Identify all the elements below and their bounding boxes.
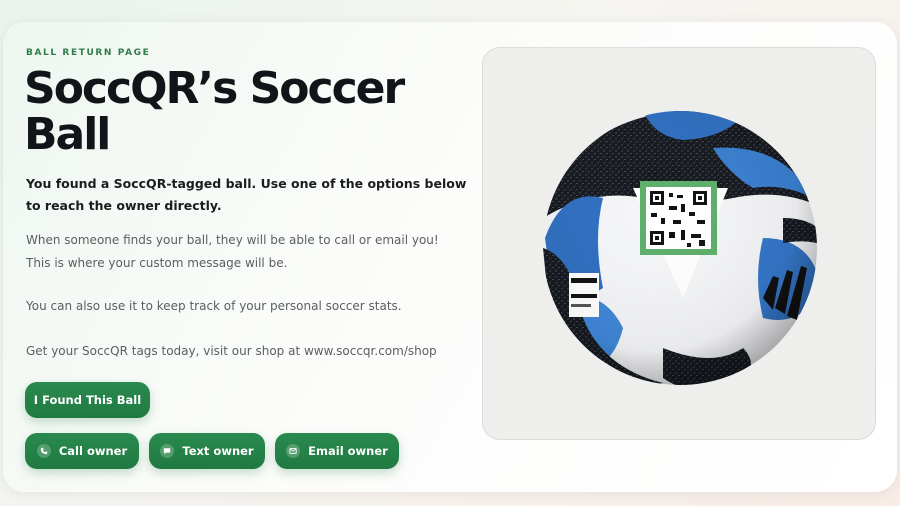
page-eyebrow: BALL RETURN PAGE bbox=[26, 48, 151, 58]
phone-icon bbox=[36, 444, 51, 458]
call-owner-label: Call owner bbox=[58, 444, 128, 458]
shop-text: Get your SoccQR tags today, visit our sh… bbox=[26, 344, 437, 358]
stats-text: You can also use it to keep track of you… bbox=[26, 299, 402, 313]
email-owner-button[interactable]: Email owner bbox=[275, 433, 399, 469]
call-owner-button[interactable]: Call owner bbox=[25, 433, 139, 469]
text-owner-button[interactable]: Text owner bbox=[149, 433, 265, 469]
mail-icon bbox=[286, 444, 301, 458]
email-owner-label: Email owner bbox=[308, 444, 388, 458]
custom-message-text: When someone finds your ball, they will … bbox=[26, 233, 439, 270]
soccer-ball-image bbox=[543, 111, 817, 385]
lead-text: You found a SoccQR-tagged ball. Use one … bbox=[26, 176, 467, 213]
message-icon bbox=[160, 444, 175, 458]
page-title: SoccQR’s Soccer Ball bbox=[24, 63, 405, 160]
ball-image-panel bbox=[482, 47, 876, 440]
text-owner-label: Text owner bbox=[182, 444, 254, 458]
found-ball-label: I Found This Ball bbox=[33, 393, 142, 407]
found-ball-button[interactable]: I Found This Ball bbox=[25, 382, 150, 418]
